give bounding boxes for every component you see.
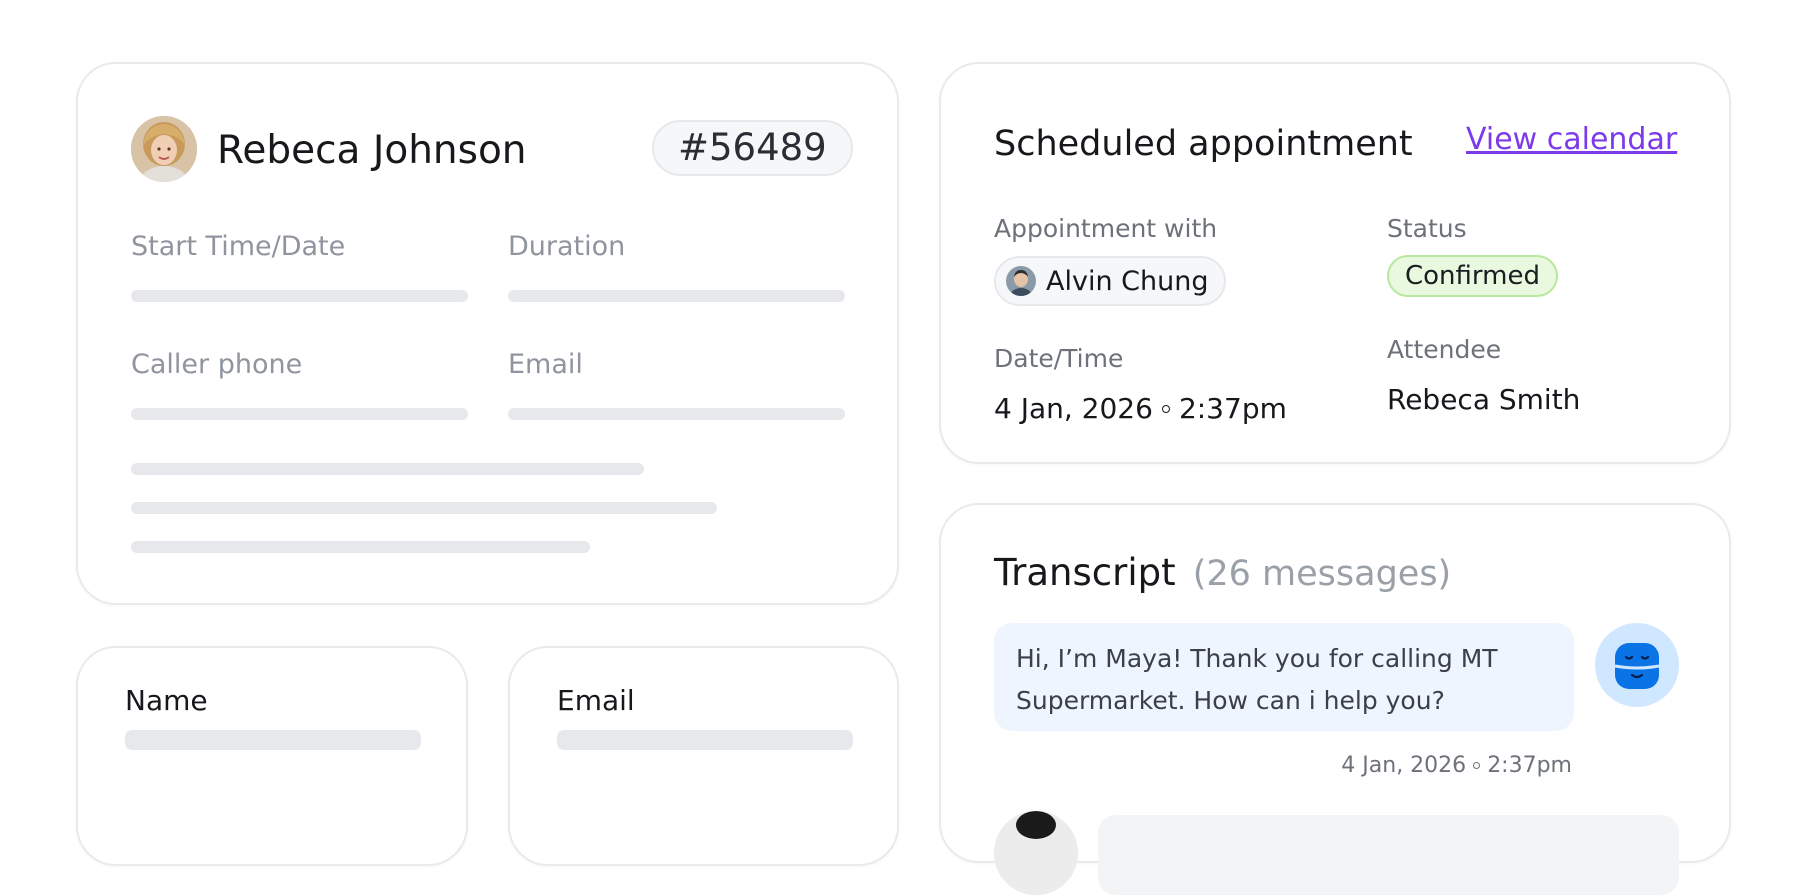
person-name: Alvin Chung: [1046, 265, 1209, 297]
notes-placeholder-line: [131, 463, 644, 475]
message-text: Hi, I’m Maya! Thank you for calling MT S…: [1016, 644, 1498, 715]
transcript-count: (26 messages): [1192, 554, 1452, 594]
email-card: Email: [508, 646, 899, 866]
datetime-label: Date/Time: [994, 344, 1124, 373]
avatar-photo-icon: [131, 116, 197, 182]
duration-label: Duration: [508, 231, 626, 262]
transcript-header: Transcript (26 messages): [994, 551, 1451, 594]
contact-avatar: [131, 116, 197, 182]
bot-face-icon: [1614, 643, 1660, 689]
message-date: 4 Jan, 2026: [1341, 753, 1467, 778]
next-message-bubble: [1098, 815, 1679, 895]
user-avatar: [994, 811, 1078, 895]
dot-separator-icon: [1473, 762, 1481, 769]
status-label: Status: [1387, 214, 1467, 243]
appointment-card: Scheduled appointment View calendar Appo…: [939, 62, 1731, 464]
person-avatar-icon: [1006, 266, 1036, 296]
name-card: Name: [76, 646, 468, 866]
email-placeholder: [508, 408, 845, 420]
contact-card: Rebeca Johnson #56489 Start Time/Date Du…: [76, 62, 899, 605]
bot-avatar: [1595, 623, 1679, 707]
name-card-placeholder: [125, 730, 421, 750]
duration-placeholder: [508, 290, 845, 302]
transcript-title: Transcript: [994, 551, 1176, 594]
user-avatar-icon: [994, 811, 1078, 895]
status-badge: Confirmed: [1387, 255, 1558, 297]
contact-name: Rebeca Johnson: [217, 128, 527, 173]
notes-placeholder-line: [131, 502, 717, 514]
start-time-label: Start Time/Date: [131, 231, 346, 262]
attendee-label: Attendee: [1387, 335, 1502, 364]
dot-separator-icon: [1161, 404, 1170, 413]
message-time: 2:37pm: [1487, 753, 1572, 778]
appointment-person-chip[interactable]: Alvin Chung: [994, 256, 1227, 306]
view-calendar-link[interactable]: View calendar: [1466, 122, 1677, 157]
name-card-label: Name: [125, 684, 208, 717]
email-card-placeholder: [557, 730, 853, 750]
email-card-label: Email: [557, 684, 635, 717]
appointment-with-label: Appointment with: [994, 214, 1218, 243]
transcript-card: Transcript (26 messages) Hi, I’m Maya! T…: [939, 503, 1731, 895]
datetime-value: 4 Jan, 2026 2:37pm: [994, 392, 1287, 425]
message-bubble: Hi, I’m Maya! Thank you for calling MT S…: [994, 623, 1574, 731]
caller-phone-placeholder: [131, 408, 468, 420]
caller-phone-label: Caller phone: [131, 349, 303, 380]
start-time-placeholder: [131, 290, 468, 302]
datetime-time: 2:37pm: [1178, 392, 1287, 425]
attendee-value: Rebeca Smith: [1387, 383, 1581, 416]
message-timestamp: 4 Jan, 2026 2:37pm: [1341, 753, 1572, 778]
email-label: Email: [508, 349, 583, 380]
datetime-date: 4 Jan, 2026: [994, 392, 1153, 425]
contact-id-badge: #56489: [652, 120, 853, 176]
notes-placeholder-line: [131, 541, 590, 553]
appointment-title: Scheduled appointment: [994, 124, 1413, 164]
